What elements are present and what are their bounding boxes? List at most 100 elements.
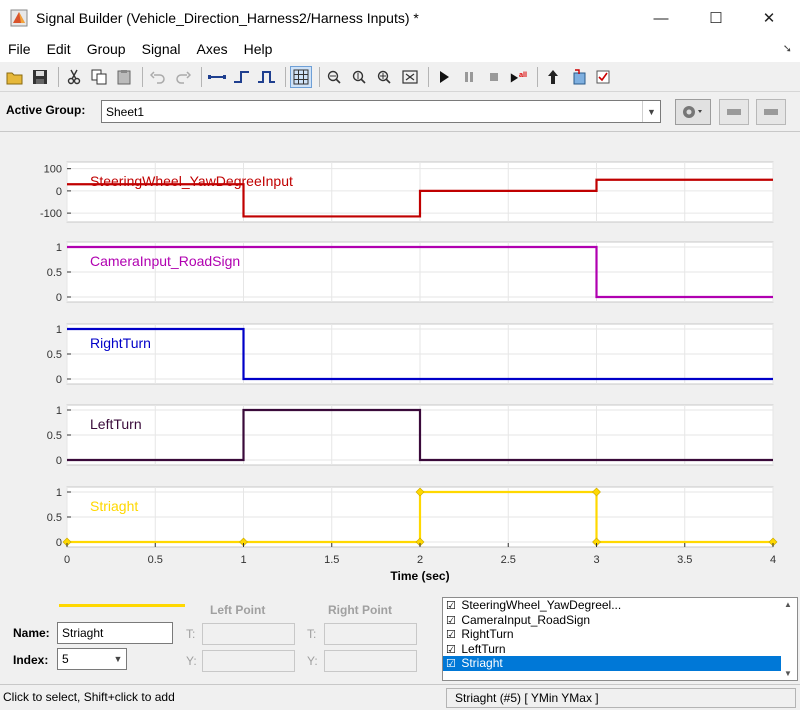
x-tick-label: 4 xyxy=(770,554,776,566)
step-icon[interactable] xyxy=(231,66,253,88)
x-tick-label: 0 xyxy=(64,554,70,566)
checkbox-icon[interactable]: ☑ xyxy=(446,643,458,658)
run-all-icon[interactable]: all xyxy=(508,66,530,88)
close-button[interactable]: ✕ xyxy=(746,0,792,36)
toolbar-separator xyxy=(319,66,320,87)
tab-icon xyxy=(727,109,741,115)
dock-arrow-icon[interactable]: ➘ xyxy=(783,42,792,55)
x-tick-label: 3 xyxy=(593,554,599,566)
scroll-down-icon[interactable]: ▼ xyxy=(784,669,792,678)
left-point-t-field[interactable] xyxy=(202,623,295,645)
menu-help[interactable]: Help xyxy=(236,36,281,62)
checkbox-icon[interactable]: ☑ xyxy=(446,628,458,643)
signal-index-dropdown[interactable]: 5 ▼ xyxy=(57,648,127,670)
redo-icon[interactable] xyxy=(172,66,194,88)
signal-list-item[interactable]: ☑ RightTurn xyxy=(443,627,797,642)
y-tick-label: 0 xyxy=(56,374,62,386)
signal-list-item-selected[interactable]: ☑ Striaght xyxy=(443,656,797,671)
zoom-xy-icon[interactable] xyxy=(374,66,396,88)
window-title: Signal Builder (Vehicle_Direction_Harnes… xyxy=(36,10,419,26)
y-tick-label: 0 xyxy=(56,186,62,198)
signal-plots[interactable]: 1000-100SteeringWheel_YawDegreeInput10.5… xyxy=(0,132,800,592)
save-icon[interactable] xyxy=(29,66,51,88)
stop-icon[interactable] xyxy=(483,66,505,88)
menu-edit[interactable]: Edit xyxy=(39,36,79,62)
active-group-label: Active Group: xyxy=(6,103,86,117)
y-tick-label: 100 xyxy=(44,164,62,176)
y-tick-label: 1 xyxy=(56,405,62,417)
y-tick-label: 0 xyxy=(56,537,62,549)
status-signal-info: Striaght (#5) [ YMin YMax ] xyxy=(446,688,796,708)
up-icon[interactable] xyxy=(542,66,564,88)
y-tick-label: 0 xyxy=(56,292,62,304)
signal-list-label: LeftTurn xyxy=(461,641,506,656)
menu-file[interactable]: File xyxy=(0,36,39,62)
signal-list-label: CameraInput_RoadSign xyxy=(461,612,591,627)
undo-icon[interactable] xyxy=(147,66,169,88)
signal-list-item[interactable]: ☑ CameraInput_RoadSign xyxy=(443,613,797,628)
toolbar-separator xyxy=(428,66,429,87)
checkbox-icon[interactable]: ☑ xyxy=(446,614,458,629)
signal-plot-area[interactable]: 100 0 -100 SteeringWheel_YawDegreeInput 1 0.5… xyxy=(0,132,800,592)
pause-icon[interactable] xyxy=(458,66,480,88)
signal-name-LeftTurn: LeftTurn xyxy=(90,416,142,432)
minimize-button[interactable]: — xyxy=(638,0,684,36)
list-scrollbar[interactable]: ▲ ▼ xyxy=(781,598,797,680)
signal-name-field[interactable]: Striaght xyxy=(57,622,173,644)
right-point-y-field[interactable] xyxy=(324,650,417,672)
zoom-y-icon[interactable] xyxy=(349,66,371,88)
active-group-dropdown[interactable]: Sheet1 ▼ xyxy=(101,100,661,123)
name-label: Name: xyxy=(13,626,50,640)
signal-name-Striaght: Striaght xyxy=(90,498,138,514)
fit-icon[interactable] xyxy=(399,66,421,88)
toolbar-separator xyxy=(285,66,286,87)
right-t-label: T: xyxy=(307,627,317,641)
cut-icon[interactable] xyxy=(63,66,85,88)
open-icon[interactable] xyxy=(4,66,26,88)
chevron-down-icon[interactable]: ▼ xyxy=(110,649,126,669)
signal-name-SteeringWheel_YawDegreeInput: SteeringWheel_YawDegreeInput xyxy=(90,173,293,189)
menu-signal[interactable]: Signal xyxy=(134,36,189,62)
y-tick-label: 0.5 xyxy=(47,430,62,442)
left-y-label: Y: xyxy=(186,654,197,668)
constant-icon[interactable] xyxy=(206,66,228,88)
copy-icon[interactable] xyxy=(88,66,110,88)
chevron-down-icon[interactable]: ▼ xyxy=(642,101,660,122)
right-y-label: Y: xyxy=(307,654,318,668)
x-tick-label: 2 xyxy=(417,554,423,566)
menu-group[interactable]: Group xyxy=(79,36,134,62)
left-t-label: T: xyxy=(186,627,196,641)
checkbox-icon[interactable]: ☑ xyxy=(446,657,458,672)
status-bar: Click to select, Shift+click to add Stri… xyxy=(0,684,800,710)
svg-text:all: all xyxy=(519,70,527,79)
signal-list[interactable]: ☑ SteeringWheel_YawDegreel... ☑ CameraIn… xyxy=(442,597,798,681)
group-copy-button[interactable] xyxy=(719,99,749,125)
right-point-header: Right Point xyxy=(328,603,392,617)
left-point-y-field[interactable] xyxy=(202,650,295,672)
paste-icon[interactable] xyxy=(113,66,135,88)
check-icon[interactable] xyxy=(592,66,614,88)
menu-axes[interactable]: Axes xyxy=(189,36,236,62)
signal-list-label: RightTurn xyxy=(461,627,514,642)
group-settings-button[interactable] xyxy=(675,99,711,125)
toolbar-separator xyxy=(201,66,202,87)
scroll-up-icon[interactable]: ▲ xyxy=(784,600,792,609)
y-tick-label: 0.5 xyxy=(47,349,62,361)
checkbox-icon[interactable]: ☑ xyxy=(446,599,458,614)
grid-icon[interactable] xyxy=(290,65,312,88)
group-delete-button[interactable] xyxy=(756,99,786,125)
right-point-t-field[interactable] xyxy=(324,623,417,645)
zoom-x-icon[interactable] xyxy=(324,66,346,88)
toolbar-separator xyxy=(142,66,143,87)
maximize-button[interactable]: ☐ xyxy=(693,0,739,36)
export-icon[interactable] xyxy=(567,66,589,88)
signal-line-style[interactable] xyxy=(59,604,185,607)
signal-list-item[interactable]: ☑ SteeringWheel_YawDegreel... xyxy=(443,598,797,613)
start-icon[interactable] xyxy=(433,66,455,88)
x-tick-label: 2.5 xyxy=(501,554,516,566)
signal-name-RightTurn: RightTurn xyxy=(90,335,151,351)
x-tick-label: 1 xyxy=(240,554,246,566)
pulse-icon[interactable] xyxy=(256,66,278,88)
signal-list-item[interactable]: ☑ LeftTurn xyxy=(443,642,797,657)
y-tick-label: -100 xyxy=(40,208,62,220)
